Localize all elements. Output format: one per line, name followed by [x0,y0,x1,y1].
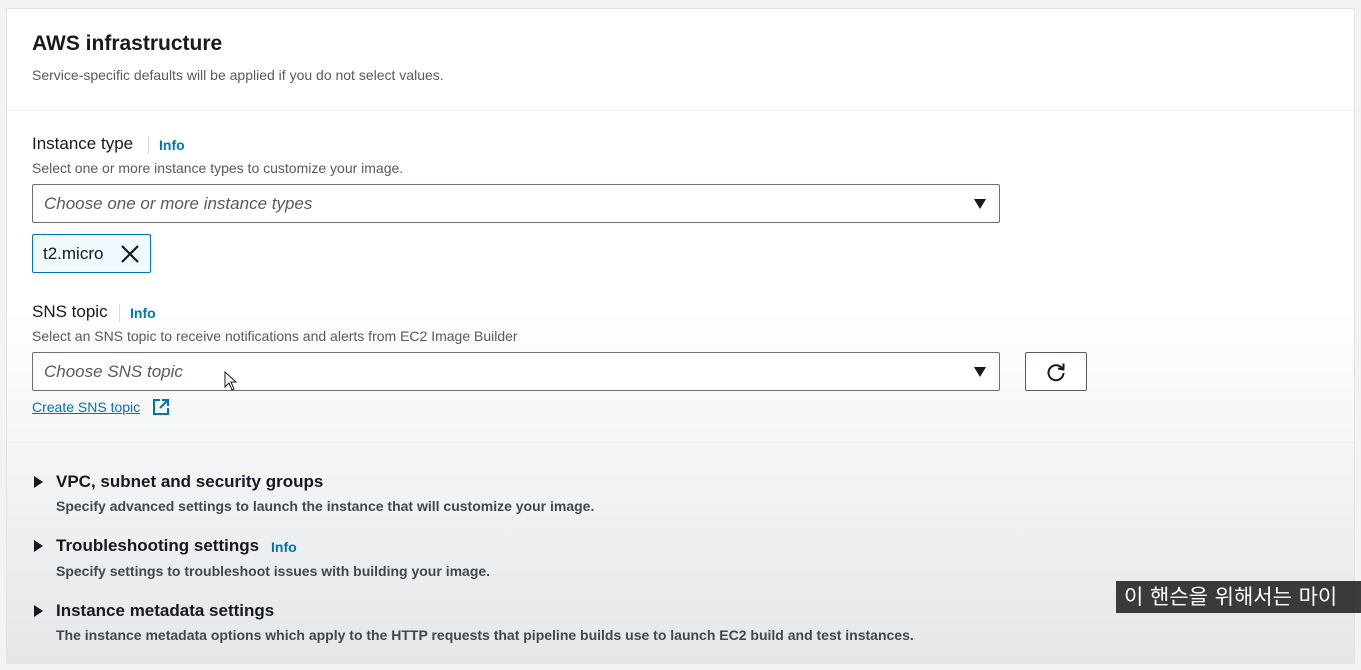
create-sns-topic-link[interactable]: Create SNS topic [32,399,140,415]
expandable-description: The instance metadata options which appl… [56,627,914,643]
refresh-button[interactable] [1025,352,1087,391]
sns-topic-label: SNS topic [32,302,108,321]
expandable-description: Specify advanced settings to launch the … [56,498,595,514]
expandable-title[interactable]: Troubleshooting settings [56,536,259,556]
token-label: t2.micro [43,244,104,263]
expandable-description: Specify settings to troubleshoot issues … [56,563,491,579]
troubleshooting-info-link[interactable]: Info [271,539,297,555]
caret-down-icon [974,199,986,209]
aws-infrastructure-panel: AWS infrastructure Service-specific defa… [6,8,1355,664]
sns-topic-info-link[interactable]: Info [119,304,156,322]
video-caption: 이 핸슨을 위해서는 마이 [1116,581,1361,613]
mouse-cursor-icon [224,371,238,391]
instance-type-token: t2.micro [32,234,151,273]
caret-right-icon [34,540,43,552]
section-subtitle: Service-specific defaults will be applie… [32,67,444,83]
instance-type-select[interactable]: Choose one or more instance types [32,184,1000,223]
sns-topic-select[interactable]: Choose SNS topic [32,352,1000,391]
external-link-icon[interactable] [152,398,170,416]
sns-topic-placeholder: Choose SNS topic [44,362,183,381]
caret-down-icon [974,367,986,377]
caret-right-icon [34,476,43,488]
instance-type-placeholder: Choose one or more instance types [44,194,313,213]
instance-type-description: Select one or more instance types to cus… [32,160,404,176]
caret-right-icon [34,605,43,617]
expandable-title[interactable]: VPC, subnet and security groups [56,472,323,492]
sns-topic-description: Select an SNS topic to receive notificat… [32,328,518,344]
instance-type-label: Instance type [32,134,134,153]
refresh-icon [1047,363,1065,382]
close-icon[interactable] [120,244,140,264]
instance-type-info-link[interactable]: Info [148,136,185,154]
section-header: AWS infrastructure Service-specific defa… [7,9,1354,111]
expandable-title[interactable]: Instance metadata settings [56,601,274,621]
section-divider [7,442,1354,443]
section-title: AWS infrastructure [32,32,223,55]
